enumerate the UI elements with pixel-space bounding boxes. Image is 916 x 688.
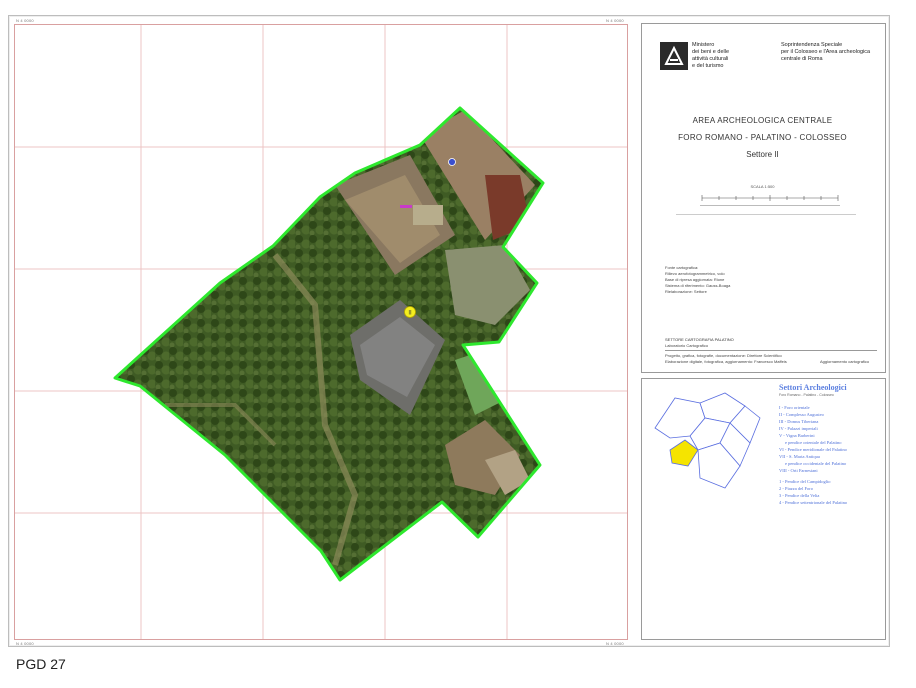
legend-item: 1 - Pendice del Campidoglio [779,479,831,484]
legend-item: 4 - Pendice settentrionale del Palatino [779,500,848,505]
marker-label: II [408,311,412,317]
coord-label-bottom-right: N 4 0000 [606,641,624,646]
sector-marker-ii[interactable]: II [404,306,416,318]
sector-title: Settore II [746,150,779,159]
date-label: Aggiornamento cartografico [820,359,870,364]
agency-name: Soprintendenza Speciale per il Colosseo … [781,42,871,62]
legend-item: IV - Palazzi imperiali [779,426,818,431]
legend-item: VII - S. Maria Antiqua [779,454,820,459]
legend-item: VIII - Orti Farnesiani [779,468,818,473]
source-notes: Fonte cartografica: Rilievo aerofotogram… [665,265,731,294]
page-label: PGD 27 [16,656,66,672]
coord-label-bottom-left: N 4 0000 [16,641,34,646]
credits-divider [665,350,877,351]
scale-bar [701,195,839,201]
map-svg: II [15,25,627,639]
credits: Progetto, grafica, fotografie, documenta… [665,353,787,364]
legend-subtitle: Foro Romano - Palatino - Colosseo [779,393,834,397]
office-block: SETTORE CARTOGRAFIA PALATINO Laboratorio… [665,337,734,348]
legend-item: 3 - Pendice della Velia [779,493,820,498]
coord-label-top-left: N 4 0000 [16,18,34,23]
ministry-name: Ministero dei beni e delle attività cult… [692,42,730,69]
coord-label-top-right: N 4 0000 [606,18,624,23]
sector-key-map[interactable] [650,388,770,498]
area-title: AREA ARCHEOLOGICA CENTRALE [692,116,833,125]
legend-item: e pendice orientale del Palatino [785,440,842,445]
scale-notes-line [676,214,856,215]
legend-item: VI - Pendice meridionale del Palatino [779,447,847,452]
magenta-marker [400,205,412,208]
legend-item: II - Complesso Augusteo [779,412,824,417]
orthophoto-map[interactable]: II [14,24,628,640]
highlight-sector-ii[interactable] [669,439,699,467]
scale-label: SCALA 1:500 [750,184,775,189]
legend-item: I - Foro orientale [779,405,810,410]
legend-item: e pendice occidentale del Palatino [785,461,847,466]
legend-item: V - Vigna Barberini [779,433,815,438]
legend-title: Settori Archeologici [779,383,847,392]
legend-item: III - Domus Tiberiana [779,419,819,424]
blue-marker[interactable] [448,158,456,166]
scale-underline [700,205,840,206]
ministry-logo-icon [660,42,688,70]
area-subtitle: FORO ROMANO - PALATINO - COLOSSEO [678,133,847,142]
legend-item: 2 - Piazza del Foro [779,486,813,491]
